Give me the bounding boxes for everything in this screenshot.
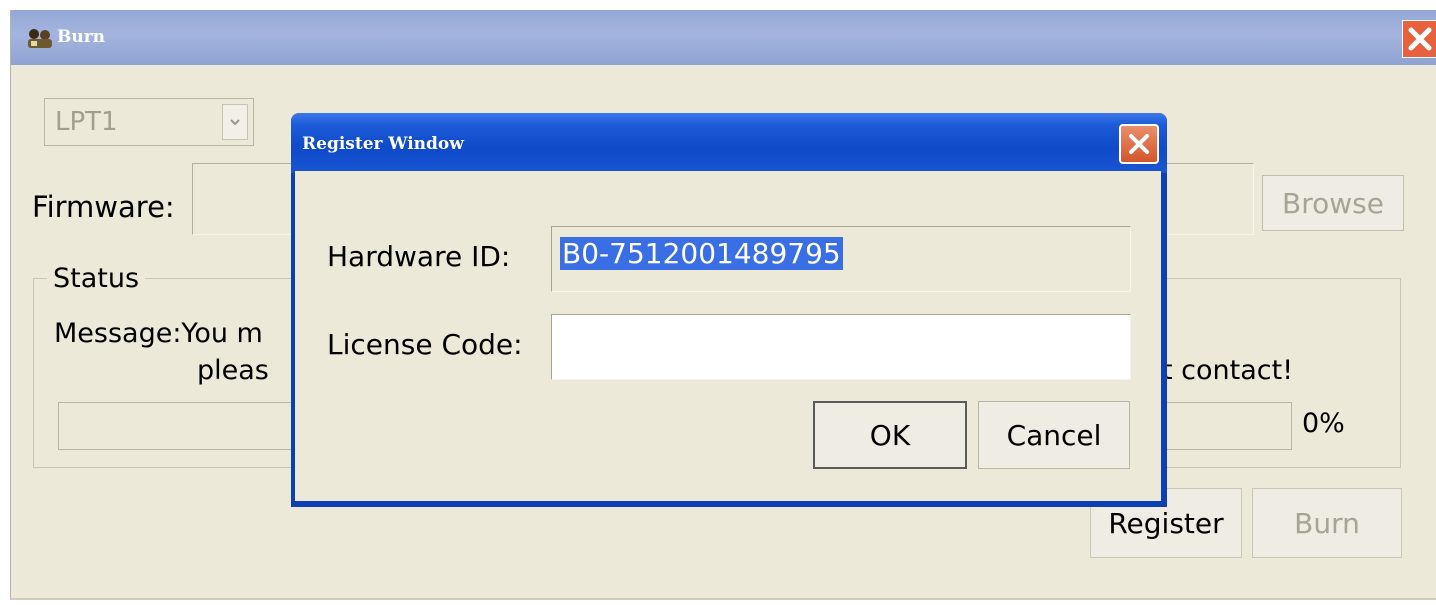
dialog-close-button[interactable] [1119, 124, 1159, 164]
burn-button[interactable]: Burn [1252, 488, 1402, 558]
app-icon [25, 26, 55, 50]
status-message-line1: Message:You m [54, 318, 263, 349]
status-message-line2: pleas [197, 355, 269, 386]
status-legend: Status [47, 263, 146, 294]
main-titlebar[interactable]: Burn [11, 10, 1436, 65]
dropdown-button[interactable] [222, 104, 248, 140]
chevron-down-icon [230, 119, 240, 126]
port-select[interactable]: LPT1 [44, 98, 254, 146]
ok-button[interactable]: OK [813, 401, 967, 469]
license-code-input[interactable] [551, 314, 1131, 380]
hardware-id-value: B0-7512001489795 [560, 237, 843, 270]
main-close-button[interactable] [1402, 20, 1436, 58]
dialog-title: Register Window [302, 134, 464, 154]
firmware-label: Firmware: [32, 190, 175, 224]
close-icon [1408, 27, 1431, 51]
cancel-button[interactable]: Cancel [978, 401, 1130, 469]
hardware-id-label: Hardware ID: [327, 240, 511, 273]
dialog-titlebar[interactable]: Register Window [291, 113, 1167, 173]
progress-percent: 0% [1302, 408, 1345, 439]
port-select-value: LPT1 [55, 107, 118, 137]
browse-button[interactable]: Browse [1262, 175, 1404, 231]
status-message-right: t contact! [1162, 355, 1294, 386]
main-window-title: Burn [57, 27, 106, 47]
close-icon [1129, 134, 1149, 154]
hardware-id-field[interactable]: B0-7512001489795 [551, 226, 1131, 292]
license-code-label: License Code: [327, 328, 523, 361]
